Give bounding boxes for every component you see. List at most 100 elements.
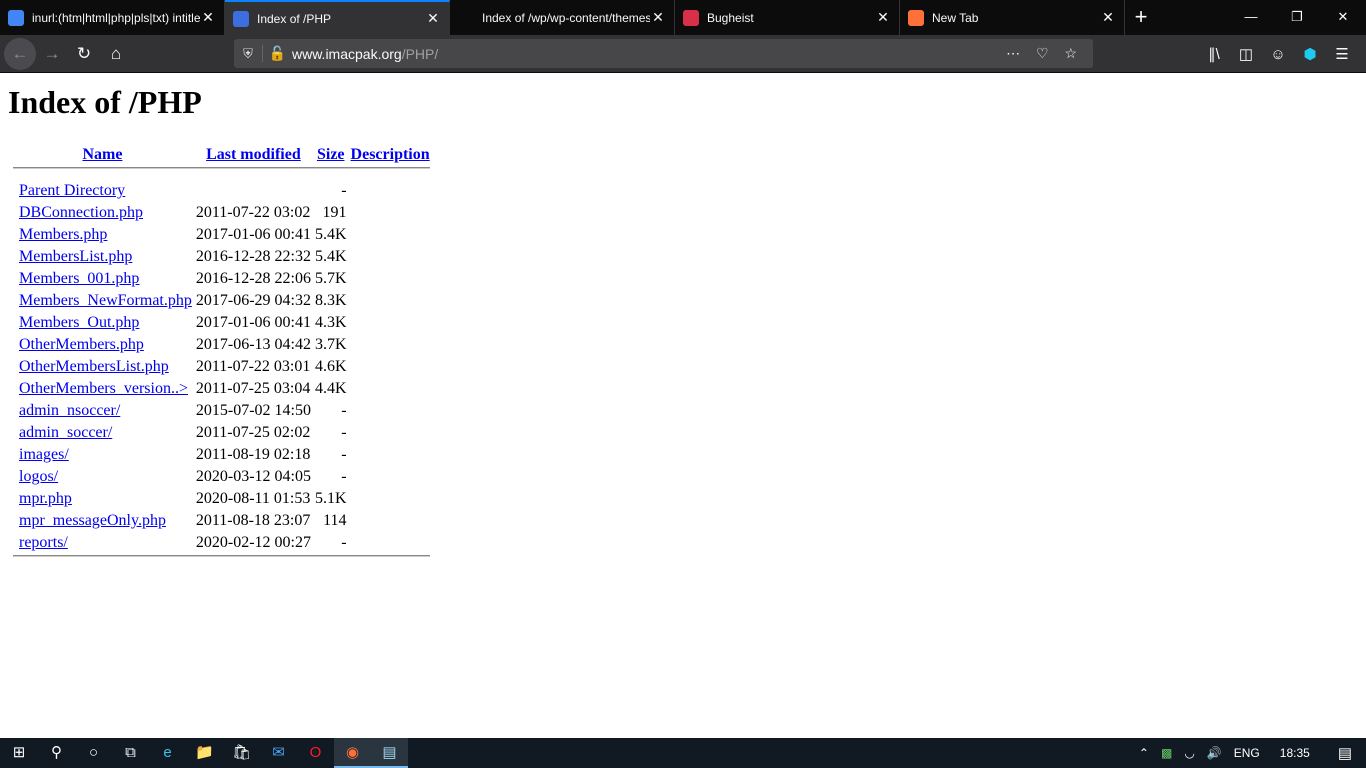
search-icon[interactable]: ⚲	[38, 738, 75, 768]
file-link[interactable]: Members_001.php	[19, 270, 139, 287]
close-window-button[interactable]: ✕	[1320, 0, 1366, 34]
reload-button[interactable]: ↻	[68, 38, 100, 70]
table-row: images/2011-08-19 02:18 -	[12, 445, 431, 465]
clock[interactable]: 18:35	[1266, 746, 1324, 760]
file-link[interactable]: images/	[19, 446, 69, 463]
firefox-icon[interactable]: ◉	[334, 738, 371, 768]
close-tab-icon[interactable]: ✕	[200, 9, 216, 26]
shield-icon[interactable]: ⛨	[234, 46, 262, 62]
column-header-modified[interactable]: Last modified	[195, 145, 312, 165]
description	[350, 401, 431, 421]
tab-title: Index of /PHP	[257, 11, 332, 26]
notepad-icon[interactable]: ▤	[371, 738, 408, 768]
file-link[interactable]: Members.php	[19, 226, 107, 243]
start-button[interactable]: ⊞	[0, 738, 38, 768]
file-link[interactable]: Members_Out.php	[19, 314, 139, 331]
firefox-icon	[908, 9, 924, 26]
file-link[interactable]: admin_nsoccer/	[19, 402, 120, 419]
file-size: 4.3K	[314, 314, 347, 331]
column-header-name[interactable]: Name	[12, 145, 193, 165]
description	[350, 335, 431, 355]
file-link[interactable]: reports/	[19, 534, 68, 551]
notifications-icon[interactable]: ▤	[1324, 744, 1366, 762]
task-view-icon[interactable]: ⧉	[112, 738, 149, 768]
sort-by-description-link[interactable]: Description	[351, 146, 430, 163]
file-size: -	[341, 446, 347, 463]
back-button[interactable]: ←	[4, 37, 36, 70]
google-icon	[8, 9, 24, 26]
file-size: 8.3K	[314, 292, 347, 309]
page-actions-icon[interactable]: ⋯	[1006, 45, 1026, 61]
tab-4[interactable]: New Tab ✕	[900, 0, 1125, 35]
tab-2[interactable]: Index of /wp/wp-content/themes/P ✕	[450, 0, 675, 35]
file-link[interactable]: Parent Directory	[19, 182, 125, 199]
tab-bar: inurl:(htm|html|php|pls|txt) intitle ✕ Ind…	[0, 0, 1366, 35]
show-hidden-icons[interactable]: ⌃	[1133, 746, 1155, 760]
extension-icon[interactable]: ⬢	[1294, 45, 1326, 63]
bookmark-star-icon[interactable]: ☆	[1064, 45, 1083, 61]
table-row: Parent Directory -	[12, 181, 431, 201]
tab-title: inurl:(htm|html|php|pls|txt) intitle	[32, 10, 200, 25]
new-tab-button[interactable]: +	[1125, 0, 1157, 35]
sidebar-icon[interactable]: ◫	[1230, 45, 1262, 63]
insecure-lock-icon[interactable]: 🔓	[262, 45, 292, 62]
url-bar[interactable]: ⛨ 🔓 www.imacpak.org/PHP/ ⋯ ♡ ☆	[234, 39, 1093, 68]
home-button[interactable]: ⌂	[100, 38, 132, 70]
mail-icon[interactable]: ✉	[260, 738, 297, 768]
tab-3[interactable]: Bugheist ✕	[675, 0, 900, 35]
description	[350, 357, 431, 377]
store-icon[interactable]: 🛍	[223, 738, 260, 768]
column-header-size[interactable]: Size	[314, 145, 348, 165]
tab-0[interactable]: inurl:(htm|html|php|pls|txt) intitle ✕	[0, 0, 225, 35]
sort-by-name-link[interactable]: Name	[82, 146, 122, 163]
close-tab-icon[interactable]: ✕	[650, 9, 666, 26]
account-icon[interactable]: ☺	[1262, 46, 1294, 63]
file-link[interactable]: OtherMembersList.php	[19, 358, 169, 375]
close-tab-icon[interactable]: ✕	[425, 10, 441, 27]
tab-1[interactable]: Index of /PHP ✕	[225, 0, 450, 35]
edge-icon[interactable]: e	[149, 738, 186, 768]
file-explorer-icon[interactable]: 📁	[186, 738, 223, 768]
table-row: Members.php 2017-01-06 00:41 5.4K	[12, 225, 431, 245]
sort-by-modified-link[interactable]: Last modified	[206, 146, 301, 163]
sort-by-size-link[interactable]: Size	[317, 146, 345, 163]
file-link[interactable]: DBConnection.php	[19, 204, 143, 221]
file-size: 5.7K	[314, 270, 347, 287]
file-link[interactable]: OtherMembers_version..>	[19, 380, 188, 397]
close-tab-icon[interactable]: ✕	[1100, 9, 1116, 26]
table-row: Members_NewFormat.php 2017-06-29 04:32 8.3…	[12, 291, 431, 311]
opera-icon[interactable]: O	[297, 738, 334, 768]
description	[350, 247, 431, 267]
restore-button[interactable]: ❐	[1274, 0, 1320, 34]
file-link[interactable]: mpr.php	[19, 490, 72, 507]
file-link[interactable]: OtherMembers.php	[19, 336, 144, 353]
language-indicator[interactable]: ENG	[1228, 746, 1266, 760]
file-size: 191	[322, 204, 347, 221]
library-icon[interactable]: ∥\	[1198, 45, 1230, 63]
file-link[interactable]: Members_NewFormat.php	[19, 292, 192, 309]
divider	[13, 167, 430, 169]
file-size: 5.1K	[314, 490, 347, 507]
last-modified: 2017-06-29 04:32	[195, 292, 311, 309]
directory-icon	[233, 10, 249, 27]
file-link[interactable]: admin_soccer/	[19, 424, 112, 441]
volume-icon[interactable]: 🔊	[1201, 746, 1228, 760]
file-size: -	[341, 534, 347, 551]
file-link[interactable]: MembersList.php	[19, 248, 132, 265]
menu-icon[interactable]: ☰	[1326, 45, 1358, 63]
file-size: 114	[323, 512, 347, 529]
pocket-icon[interactable]: ♡	[1036, 45, 1055, 61]
last-modified: 2017-01-06 00:41	[195, 226, 311, 243]
tab-favicon-icon	[458, 10, 474, 26]
file-size: -	[341, 468, 347, 485]
description	[350, 291, 431, 311]
file-link[interactable]: logos/	[19, 468, 58, 485]
battery-icon[interactable]: ▩	[1155, 746, 1178, 760]
minimize-button[interactable]: —	[1228, 0, 1274, 34]
close-tab-icon[interactable]: ✕	[875, 9, 891, 26]
wifi-icon[interactable]: ◡	[1178, 746, 1200, 760]
column-header-description[interactable]: Description	[350, 145, 431, 165]
file-link[interactable]: mpr_messageOnly.php	[19, 512, 166, 529]
forward-button[interactable]: →	[36, 38, 68, 70]
cortana-icon[interactable]: ○	[75, 738, 112, 768]
